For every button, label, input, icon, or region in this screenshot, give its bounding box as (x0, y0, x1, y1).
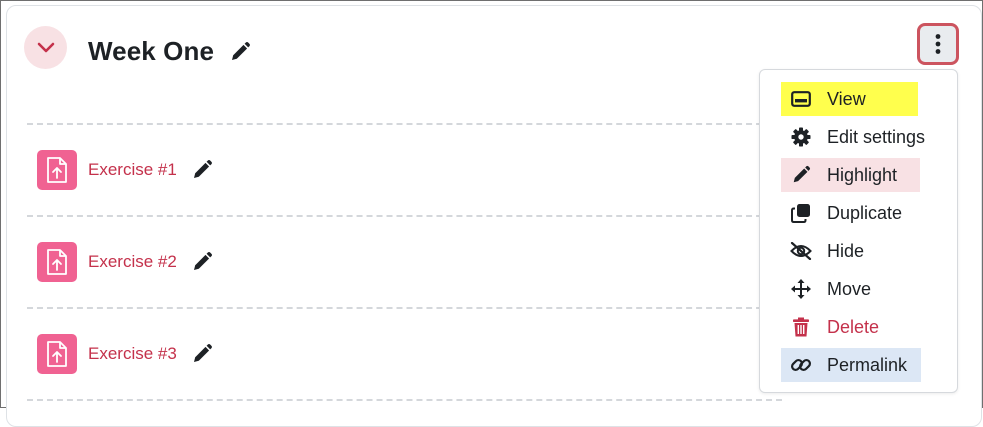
section-actions-menu-button[interactable] (917, 23, 959, 65)
menu-item-label: Hide (827, 240, 865, 261)
edit-section-title-button[interactable] (229, 41, 251, 63)
pencil-icon (193, 252, 212, 270)
menu-item-hide[interactable]: Hide (781, 234, 864, 268)
menu-item-view[interactable]: View (781, 82, 918, 116)
chevron-down-icon (37, 42, 54, 52)
eye-slash-icon (790, 240, 812, 262)
trash-icon (790, 316, 812, 338)
file-upload-icon (37, 150, 77, 190)
activity-divider (27, 123, 782, 125)
menu-item-delete[interactable]: Delete (781, 310, 879, 344)
pencil-icon (193, 160, 212, 178)
pencil-icon (232, 42, 250, 60)
file-upload-icon (37, 242, 77, 282)
file-upload-icon (37, 334, 77, 374)
view-card-icon (790, 88, 812, 110)
kebab-menu-icon (935, 34, 941, 54)
section-actions-dropdown (759, 69, 958, 393)
activity-link[interactable]: Exercise #3 (88, 344, 177, 364)
activity-divider (27, 399, 782, 401)
menu-item-label: Highlight (827, 164, 898, 185)
list-item-activity: Exercise #3 (37, 334, 213, 374)
menu-item-label: Move (827, 278, 872, 299)
menu-item-edit-settings[interactable]: Edit settings (781, 120, 925, 154)
section-title: Week One (88, 36, 215, 66)
menu-item-duplicate[interactable]: Duplicate (781, 196, 902, 230)
activity-divider (27, 215, 782, 217)
pencil-icon (193, 344, 212, 362)
edit-activity-name-button[interactable] (191, 159, 213, 181)
activity-link[interactable]: Exercise #1 (88, 160, 177, 180)
menu-item-move[interactable]: Move (781, 272, 871, 306)
menu-item-highlight[interactable]: Highlight (781, 158, 920, 192)
menu-item-label: View (827, 88, 866, 109)
menu-item-label: Delete (827, 316, 880, 337)
edit-activity-name-button[interactable] (191, 251, 213, 273)
menu-item-permalink[interactable]: Permalink (781, 348, 921, 382)
gear-icon (790, 126, 812, 148)
menu-item-label: Duplicate (827, 202, 903, 223)
edit-activity-name-button[interactable] (191, 343, 213, 365)
list-item-activity: Exercise #2 (37, 242, 213, 282)
move-arrows-icon (790, 278, 812, 300)
activity-divider (27, 307, 782, 309)
menu-item-label: Edit settings (827, 126, 926, 147)
list-item-activity: Exercise #1 (37, 150, 213, 190)
menu-item-label: Permalink (827, 354, 908, 375)
activity-link[interactable]: Exercise #2 (88, 252, 177, 272)
section-collapse-button[interactable] (24, 26, 67, 69)
pencil-icon (790, 164, 812, 186)
duplicate-icon (790, 202, 812, 224)
link-icon (790, 354, 812, 376)
